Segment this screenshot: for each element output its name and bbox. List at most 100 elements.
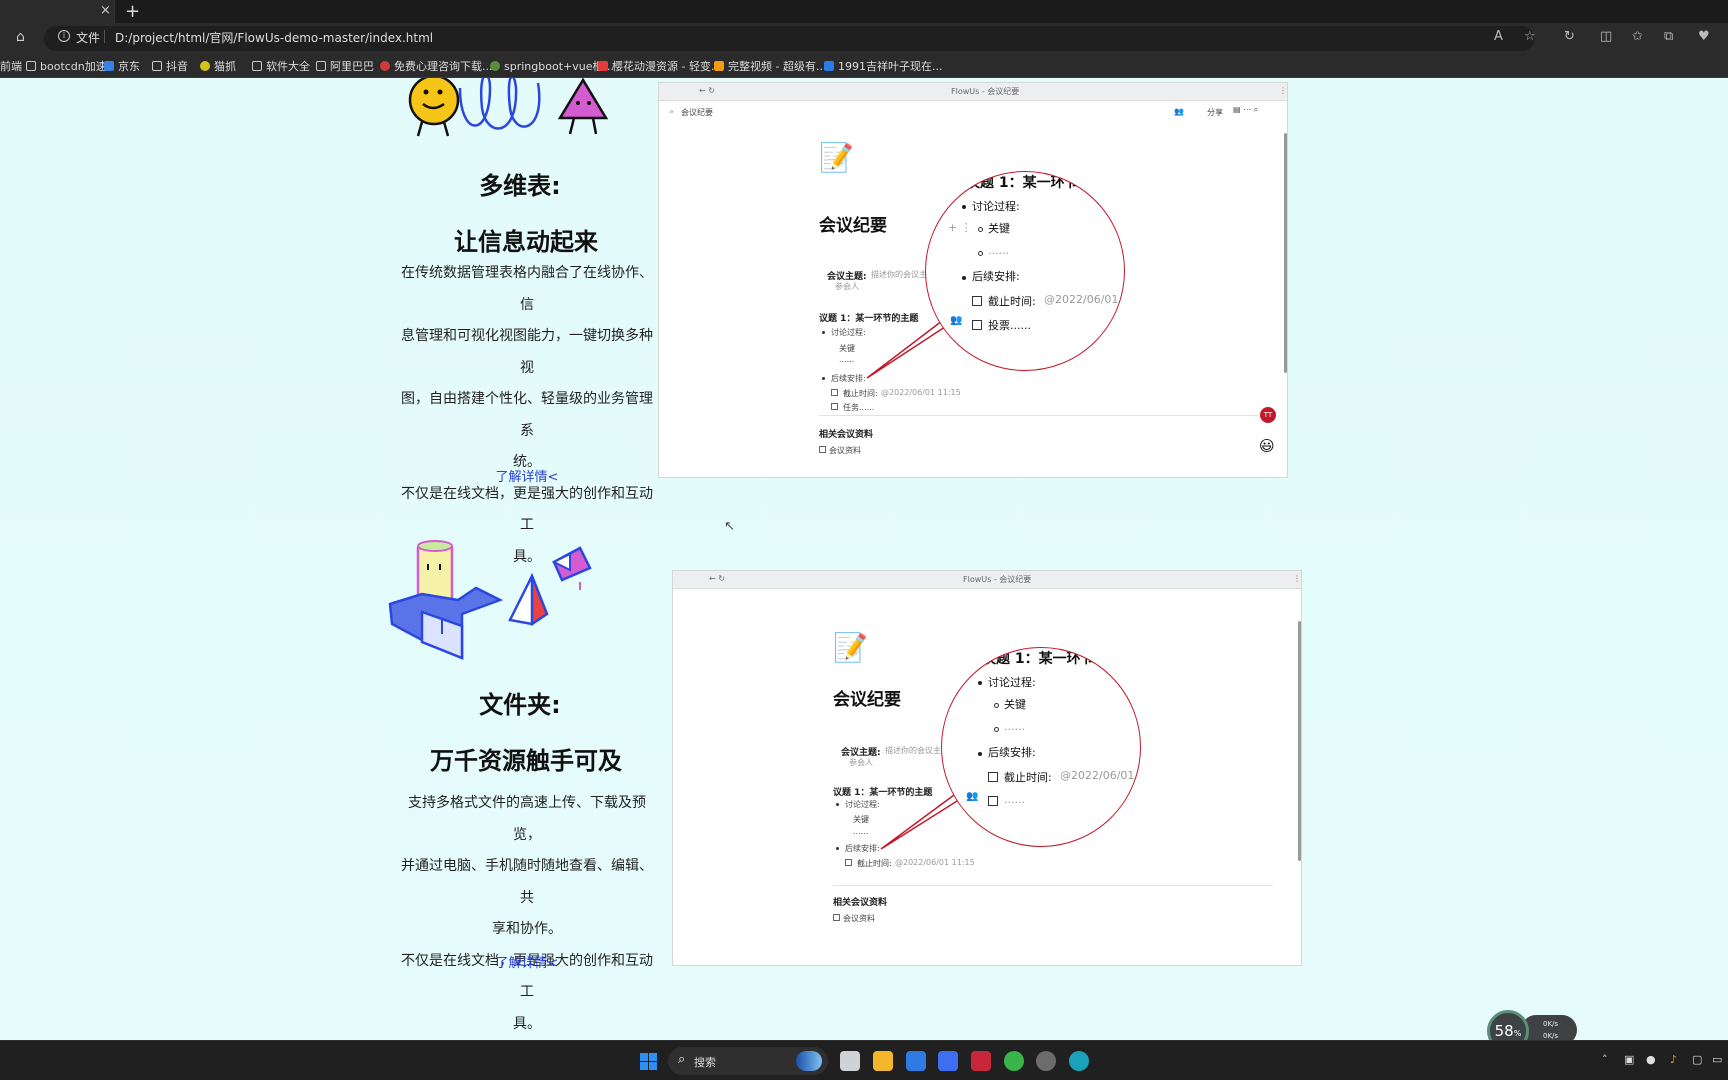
bookmark-item[interactable]: 樱花动漫资源 - 轻变... [598,58,721,74]
bookmark-item[interactable]: springboot+vue框... [490,58,614,74]
collections-icon[interactable]: ⧉ [1664,29,1673,44]
feature-description: 支持多格式文件的高速上传、下载及预览， 并通过电脑、手机随时随地查看、编辑、共 … [396,788,658,1040]
bookmark-label: 1991吉祥叶子现在... [838,60,943,73]
divider [104,30,105,43]
bookmark-item[interactable]: 阿里巴巴 [316,58,374,74]
windows-taskbar: ⌕ 搜索 ˄ ▣ ● ♪ ▢ ▭ [0,1040,1728,1080]
home-icon[interactable]: ⌂ [16,29,25,45]
bullet [978,681,982,685]
zoom-followup: 后续安排: [972,270,1020,283]
jd-icon [104,61,114,71]
description-line: 享和协作。 [492,921,562,937]
split-screen-icon[interactable]: ◫ [1600,29,1612,44]
tray-app-icon[interactable]: ▣ [1624,1053,1634,1066]
learn-more-link[interactable]: 了解详情< [396,466,658,485]
vue-icon [490,61,500,71]
description-line: 具。 [513,1015,541,1032]
ide-icon[interactable] [971,1051,991,1071]
zoom-checkbox [988,772,998,782]
description-line: 息管理和可视化视图能力，一键切换多种视 [401,328,653,376]
url-text[interactable]: D:/project/html/官网/FlowUs-demo-master/in… [115,29,433,46]
description-line: 图，自由搭建个性化、轻量级的业务管理系 [401,391,653,439]
learn-more-link[interactable]: 了解详情< [396,952,658,971]
favorites-icon[interactable]: ✩ [1632,29,1643,44]
usage-percent: 58 [1494,1022,1514,1040]
chrome-icon[interactable] [1036,1051,1056,1071]
page-content: 多维表: 让信息动起来 在传统数据管理表格内融合了在线协作、信 息管理和可视化视… [0,78,1728,1052]
feature-illustration-folder [388,540,592,660]
refresh-icon[interactable]: ↻ [1564,29,1575,44]
bookmarks-bar: 前端 bootcdn加速 京东 抖音 猫抓 软件大全 阿里巴巴 免费心理咨询下载… [0,54,1728,78]
bookmark-label: 猫抓 [214,60,236,73]
extensions-icon[interactable]: ♥ [1698,29,1710,44]
search-icon: ⌕ [678,1052,686,1067]
microphone-icon[interactable]: ♪ [1670,1053,1677,1066]
bookmark-item[interactable]: 前端 [0,58,22,74]
wechat-icon[interactable] [1004,1051,1024,1071]
zoom-deadline-value: @2022/06/01 11 [1044,293,1124,306]
sub-bullet [994,727,999,732]
info-icon[interactable]: i [58,30,70,42]
zoom-heading: 议题 1：某一环节的主题 [982,651,1137,667]
zoom-bullet: 关键 [988,222,1010,235]
bookmark-label: 前端 [0,60,22,73]
zoom-deadline: 截止时间: [1004,771,1052,784]
tray-window-icon[interactable]: ▭ [1712,1053,1722,1066]
zoom-bullet: 关键 [1004,698,1026,711]
product-screenshot-multitable: ← ↻ FlowUs - 会议纪要 ⋮ » 会议纪要 👥 分享 ▤ ⋯ ⌕ 📝 … [658,82,1288,478]
star-icon [598,61,608,71]
bookmark-item[interactable]: bootcdn加速 [26,58,107,74]
feature-illustration-multitable [408,78,609,137]
tray-box-icon[interactable]: ▢ [1692,1053,1702,1066]
description-line: 在传统数据管理表格内融合了在线协作、信 [401,265,653,313]
avatar-icon: 👥 [966,791,979,802]
edge-icon[interactable] [1069,1051,1089,1071]
zoom-checkbox [972,320,982,330]
description-line: 不仅是在线文档，更是强大的创作和互动工 [401,485,653,534]
start-windows-icon[interactable] [640,1053,657,1070]
feature-title: 多维表: [479,172,561,200]
browser-tab-bar: × + [0,0,1728,23]
tray-chevron-icon[interactable]: ˄ [1602,1053,1608,1066]
zoom-task: 投票...... [988,319,1031,332]
app-icon[interactable] [906,1051,926,1071]
bookmark-label: 软件大全 [266,60,310,73]
zoom-deadline: 截止时间: [988,295,1036,308]
ph-icon [714,61,724,71]
address-bar: ⌂ i 文件 D:/project/html/官网/FlowUs-demo-ma… [0,23,1728,54]
bookmark-item[interactable]: 免费心理咨询下载... [380,58,493,74]
zoom-bullet: ...... [1004,720,1025,733]
bookmark-item[interactable]: 抖音 [152,58,188,74]
add-block-icon: + ⋮ [948,221,972,234]
description-line: 支持多格式文件的高速上传、下载及预览， [408,795,646,843]
zoom-checkbox [988,796,998,806]
sub-bullet [994,703,999,708]
bookmark-item[interactable]: 京东 [104,58,140,74]
site-icon [824,61,834,71]
feishu-icon[interactable] [938,1051,958,1071]
zoom-task: ...... [1004,793,1025,806]
bookmark-label: 完整视频 - 超级有... [728,60,827,73]
bookmark-label: 京东 [118,60,140,73]
bookmark-item[interactable]: 完整视频 - 超级有... [714,58,826,74]
close-tab-icon[interactable]: × [100,3,111,18]
file-explorer-icon[interactable] [873,1051,893,1071]
bookmark-item[interactable]: 猫抓 [200,58,236,74]
search-label: 搜索 [694,1056,716,1069]
new-tab-button[interactable]: + [125,1,140,22]
file-label: 文件 [76,31,101,45]
task-view-icon[interactable] [840,1051,860,1071]
product-screenshot-folder: ← ↻ FlowUs - 会议纪要 ⋮ 📝 会议纪要 会议主题: 描述你的会议主… [672,570,1302,966]
read-aloud-icon[interactable]: A [1494,29,1503,44]
favorite-star-icon[interactable]: ☆ [1524,29,1536,44]
zoom-magnifier: 议题 1：某一环节的主题 讨论过程: 关键 ...... 后续安排: 截止时间:… [941,647,1141,847]
feature-subtitle: 万千资源触手可及 [430,747,622,775]
zoom-followup: 后续安排: [988,746,1036,759]
bookmark-item[interactable]: 软件大全 [252,58,310,74]
browser-tab[interactable]: × [0,0,115,23]
sub-bullet [978,251,983,256]
bookmark-item[interactable]: 1991吉祥叶子现在... [824,58,942,74]
bookmark-label: 阿里巴巴 [330,60,374,73]
tray-wechat-icon[interactable]: ● [1646,1053,1656,1066]
taskbar-search[interactable]: ⌕ 搜索 [668,1047,828,1075]
